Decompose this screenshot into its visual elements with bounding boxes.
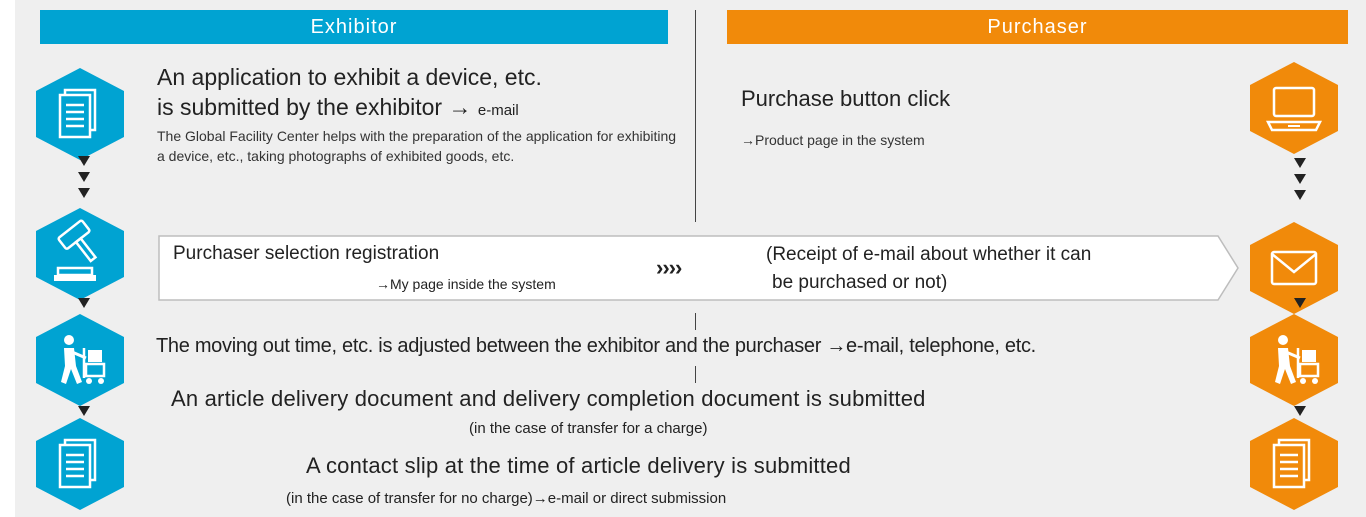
selection-note: →My page inside the system <box>376 276 556 292</box>
connector-line <box>695 366 696 383</box>
laptop-icon <box>1250 62 1338 154</box>
application-title-line1: An application to exhibit a device, etc. <box>157 64 542 90</box>
mover-with-cart-icon <box>1250 314 1338 406</box>
receipt-line1: (Receipt of e-mail about whether it can <box>766 244 1092 265</box>
exhibitor-header: Exhibitor <box>40 10 668 44</box>
delivery-document-title: An article delivery document and deliver… <box>171 386 926 411</box>
connector-line <box>695 313 696 330</box>
chevrons-right-icon: ›››› <box>656 255 682 280</box>
down-arrow-icon <box>1294 298 1314 310</box>
arrow-glyph: → <box>448 94 472 120</box>
document-icon <box>36 418 124 510</box>
moving-adjustment-text: The moving out time, etc. is adjusted be… <box>156 335 1036 357</box>
document-icon <box>36 68 124 160</box>
contact-slip-title: A contact slip at the time of article de… <box>306 453 851 478</box>
receipt-line2: be purchased or not) <box>772 272 948 293</box>
application-title-text: is submitted by the exhibitor <box>157 94 443 120</box>
down-arrows-icon <box>1294 158 1314 210</box>
document-icon <box>1250 418 1338 510</box>
application-channel: e-mail <box>477 102 519 119</box>
purchase-note: →Product page in the system <box>741 132 925 148</box>
purchase-title: Purchase button click <box>741 86 951 111</box>
application-title-line2: is submitted by the exhibitor → e-mail <box>157 94 519 121</box>
flow-diagram: Exhibitor Purchaser An application to ex… <box>0 0 1366 517</box>
gavel-icon <box>36 208 124 300</box>
column-divider <box>695 10 696 222</box>
down-arrow-icon <box>1294 406 1314 418</box>
purchaser-header: Purchaser <box>727 10 1348 44</box>
mover-with-cart-icon <box>36 314 124 406</box>
delivery-document-note: (in the case of transfer for a charge) <box>469 420 708 437</box>
down-arrow-icon <box>78 298 98 310</box>
application-detail: The Global Facility Center helps with th… <box>157 128 677 164</box>
down-arrows-icon <box>78 156 98 208</box>
selection-title: Purchaser selection registration <box>173 243 440 264</box>
down-arrow-icon <box>78 406 98 418</box>
contact-slip-note: (in the case of transfer for no charge)→… <box>286 490 727 507</box>
